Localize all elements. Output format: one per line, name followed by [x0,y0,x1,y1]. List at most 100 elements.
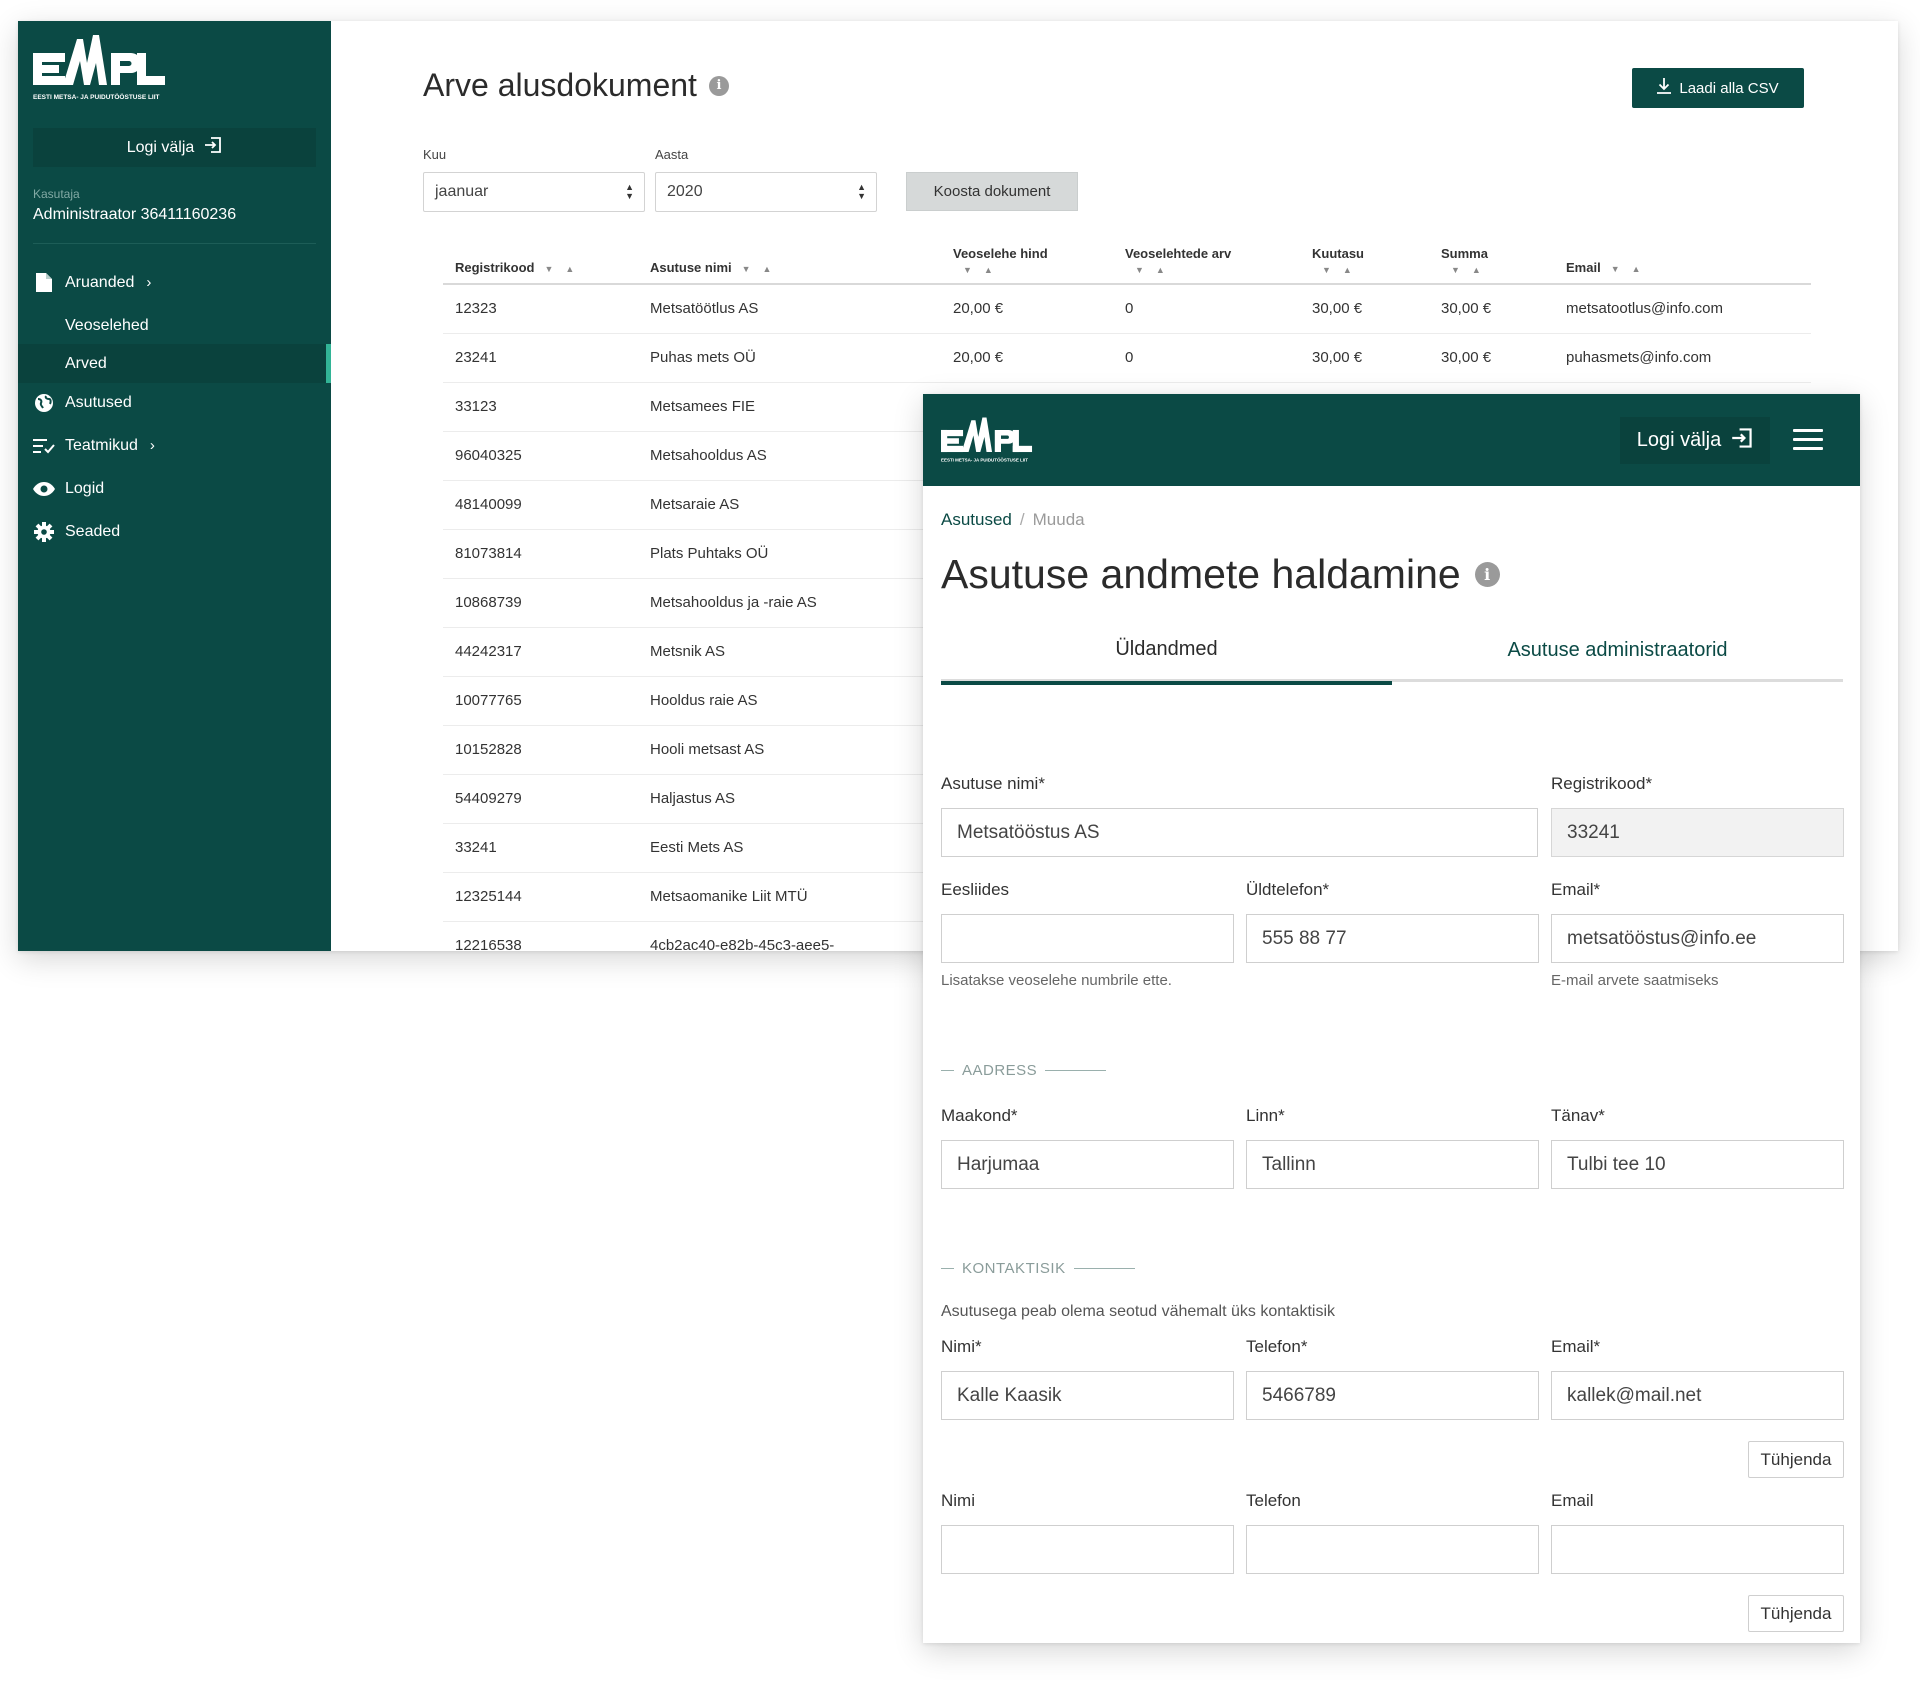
gear-icon [33,521,55,543]
contact2-phone-input[interactable] [1246,1525,1539,1574]
sidebar-item-veoselehed[interactable]: Veoselehed [18,306,331,345]
page-title-text: Arve alusdokument [423,67,697,103]
address-section-label: AADRESS [962,1062,1038,1079]
sidebar-item-logid[interactable]: Logid [18,469,331,508]
cell-veoselehtede-arv: 0 [1125,284,1312,334]
user-label: Kasutaja [33,187,80,201]
cell-registrikood: 44242317 [443,627,650,677]
contact-phone-input[interactable]: 5466789 [1246,1371,1539,1420]
cell-registrikood: 96040325 [443,431,650,481]
email-input[interactable]: metsatööstus@info.ee [1551,914,1844,963]
cell-veoselehe-hind: 20,00 € [953,284,1125,334]
column-header-kuutasu[interactable]: Kuutasu ▼▲ [1312,233,1441,285]
regcode-input[interactable]: 33241 [1551,808,1844,857]
cell-registrikood: 54409279 [443,774,650,824]
contact-name-input[interactable]: Kalle Kaasik [941,1371,1234,1420]
cell-registrikood: 12323 [443,284,650,334]
org-name-label: Asutuse nimi* [941,774,1045,793]
sort-icon[interactable]: ▼▲ [1451,265,1566,275]
cell-registrikood: 33123 [443,382,650,432]
sidebar-logout-button[interactable]: Logi välja [33,128,316,167]
column-header-registrikood[interactable]: Registrikood ▼▲ [443,233,650,285]
address-section-heading: AADRESS [941,1062,1107,1079]
info-icon[interactable]: i [1474,562,1500,587]
sort-icon[interactable]: ▼▲ [544,264,586,274]
clear-contact2-button[interactable]: Tühjenda [1748,1595,1844,1632]
sort-icon[interactable]: ▼▲ [1135,265,1312,275]
section-line [1073,1268,1135,1269]
contact-note: Asutusega peab olema seotud vähemalt üks… [941,1303,1336,1320]
regcode-label: Registrikood* [1551,774,1653,793]
year-select[interactable]: 2020 ▲ ▼ [655,172,877,212]
contact2-phone-label: Telefon [1246,1491,1301,1510]
sort-icon[interactable]: ▼▲ [1322,265,1441,275]
city-label: Linn* [1246,1106,1285,1125]
month-select[interactable]: jaanuar ▲ ▼ [423,172,645,212]
cell-registrikood: 81073814 [443,529,650,579]
tab-asutuse-administraatorid[interactable]: Asutuse administraatorid [1392,618,1843,682]
sort-icon[interactable]: ▼▲ [1611,264,1653,274]
clear-contact-button[interactable]: Tühjenda [1748,1441,1844,1478]
breadcrumb: Asutused / Muuda [941,510,1085,530]
prefix-input[interactable] [941,914,1234,963]
build-document-button[interactable]: Koosta dokument [906,172,1078,211]
prefix-label: Eesliides [941,880,1010,899]
sidebar-item-label: Veoselehed [65,316,149,334]
cell-registrikood: 12216538 [443,921,650,951]
logout-icon [204,136,222,159]
sidebar-item-teatmikud[interactable]: Teatmikud › [18,426,331,465]
contact-section-label: KONTAKTISIK [962,1260,1066,1277]
sidebar: EESTI METSA- JA PUIDUTÖÖSTUSE LIIT Logi … [18,21,331,951]
breadcrumb-link-asutused[interactable]: Asutused [941,510,1012,529]
sort-icon[interactable]: ▼▲ [963,265,1125,275]
county-input[interactable]: Harjumaa [941,1140,1234,1189]
column-header-summa[interactable]: Summa ▼▲ [1441,233,1566,285]
contact2-email-input[interactable] [1551,1525,1844,1574]
sidebar-item-seaded[interactable]: Seaded [18,512,331,551]
column-header-veoselehe-hind[interactable]: Veoselehe hind ▼▲ [953,233,1125,285]
prefix-hint: Lisatakse veoselehe numbrile ette. [941,972,1172,989]
month-value: jaanuar [435,183,489,200]
section-line [941,1070,954,1071]
tab-uldandmed[interactable]: Üldandmed [941,618,1392,685]
cell-asutuse-nimi: Eesti Mets AS [650,823,953,873]
sidebar-item-asutused[interactable]: Asutused [18,383,331,422]
info-icon[interactable]: i [708,75,729,96]
sidebar-item-label: Asutused [65,393,132,411]
column-header-veoselehtede-arv[interactable]: Veoselehtede arv ▼▲ [1125,233,1312,285]
column-header-asutuse-nimi[interactable]: Asutuse nimi ▼▲ [650,233,953,285]
cell-kuutasu: 30,00 € [1312,333,1441,383]
table-row[interactable]: 23241 Puhas mets OÜ 20,00 €0 30,00 €30,00 €… [443,333,1811,383]
year-value: 2020 [667,183,703,200]
org-name-input[interactable]: Metsatööstus AS [941,808,1538,857]
contact-name-label: Nimi* [941,1337,982,1356]
empl-logo[interactable]: EESTI METSA- JA PUIDUTÖÖSTUSE LIIT [33,33,178,105]
download-csv-button[interactable]: Laadi alla CSV [1632,68,1804,108]
header-logout-button[interactable]: Logi välja [1620,417,1770,464]
cell-registrikood: 10152828 [443,725,650,775]
cell-asutuse-nimi: 4cb2ac40-e82b-45c3-aee5- [650,921,953,951]
sidebar-item-aruanded[interactable]: Aruanded › [18,263,331,302]
column-header-email[interactable]: Email ▼▲ [1566,233,1811,285]
street-input[interactable]: Tulbi tee 10 [1551,1140,1844,1189]
phone-input[interactable]: 555 88 77 [1246,914,1539,963]
sidebar-item-arved[interactable]: Arved [18,344,331,383]
form-title-text: Asutuse andmete haldamine [941,551,1461,597]
sidebar-item-label: Seaded [65,522,121,540]
contact-phone-label: Telefon* [1246,1337,1308,1356]
contact2-name-label: Nimi [941,1491,975,1510]
sidebar-item-label: Aruanded [65,273,135,291]
logout-icon [1731,427,1753,455]
empl-logo[interactable]: EESTI METSA- JA PUIDUTÖÖSTUSE LIIT [941,416,1041,471]
hamburger-menu-icon[interactable] [1793,429,1823,451]
cell-asutuse-nimi: Puhas mets OÜ [650,333,953,383]
cell-registrikood: 48140099 [443,480,650,530]
sort-icon[interactable]: ▼▲ [742,264,784,274]
cell-registrikood: 10868739 [443,578,650,628]
chevron-right-icon: › [149,437,155,454]
contact-email-input[interactable]: kallek@mail.net [1551,1371,1844,1420]
contact2-name-input[interactable] [941,1525,1234,1574]
sidebar-item-label: Logid [65,479,105,497]
city-input[interactable]: Tallinn [1246,1140,1539,1189]
table-row[interactable]: 12323 Metsatöötlus AS 20,00 €0 30,00 €30,00… [443,284,1811,334]
